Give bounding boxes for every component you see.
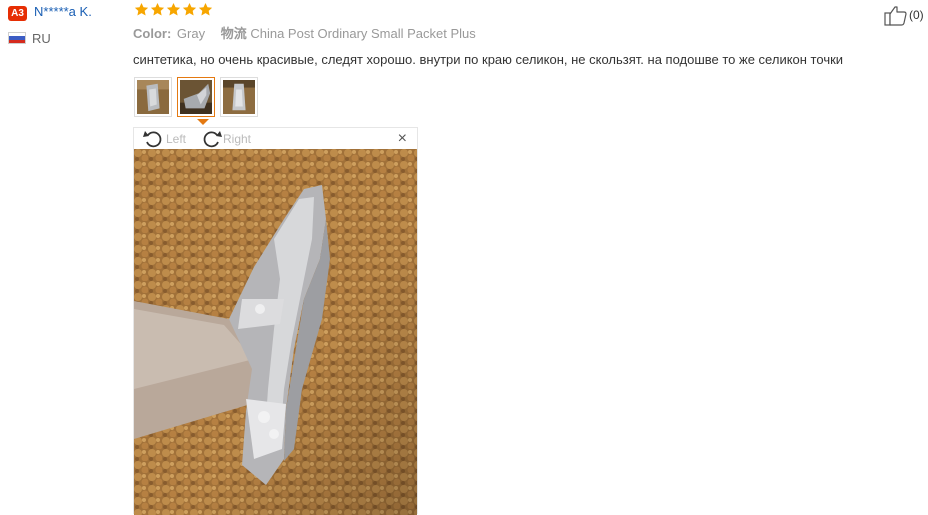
color-value: Gray [176,26,206,41]
close-icon[interactable]: × [398,130,407,148]
shipping-label: 物流 [220,26,247,41]
review-text: синтетика, но очень красивые, следят хор… [133,52,844,67]
rotate-left-icon [143,130,162,147]
photo-thumbnail-1[interactable] [134,77,172,117]
shipping-info: 物流 China Post Ordinary Small Packet Plus [221,26,476,41]
star-icon [166,2,181,17]
image-viewer: Left Right × [133,127,418,515]
star-icon [198,2,213,17]
level-badge: А3 [8,6,27,21]
country-code: RU [32,31,51,46]
color-label: Color: [133,26,172,41]
shipping-value: China Post Ordinary Small Packet Plus [250,26,476,41]
photo-thumbnail-2[interactable] [177,77,215,117]
star-icon [134,2,149,17]
rotate-right-label: Right [223,131,252,146]
active-thumbnail-pointer [197,119,209,125]
photo-thumbnails [134,77,263,117]
thumbs-up-icon [884,6,907,26]
rotate-right-button[interactable]: Right [200,128,251,149]
helpful-count: (0) [909,8,924,22]
review-photo [134,149,417,515]
helpful-vote[interactable]: (0) [884,4,924,26]
photo-thumbnail-3[interactable] [220,77,258,117]
star-icon [150,2,165,17]
rotate-right-icon [203,130,222,147]
rotate-left-button[interactable]: Left [143,128,186,149]
order-attributes: Color: Gray 物流 China Post Ordinary Small… [133,26,476,42]
star-icon [182,2,197,17]
star-rating [134,2,214,22]
russia-flag-icon [8,32,26,44]
reviewer-name[interactable]: N*****a K. [34,4,92,20]
rotate-left-label: Left [166,131,187,146]
